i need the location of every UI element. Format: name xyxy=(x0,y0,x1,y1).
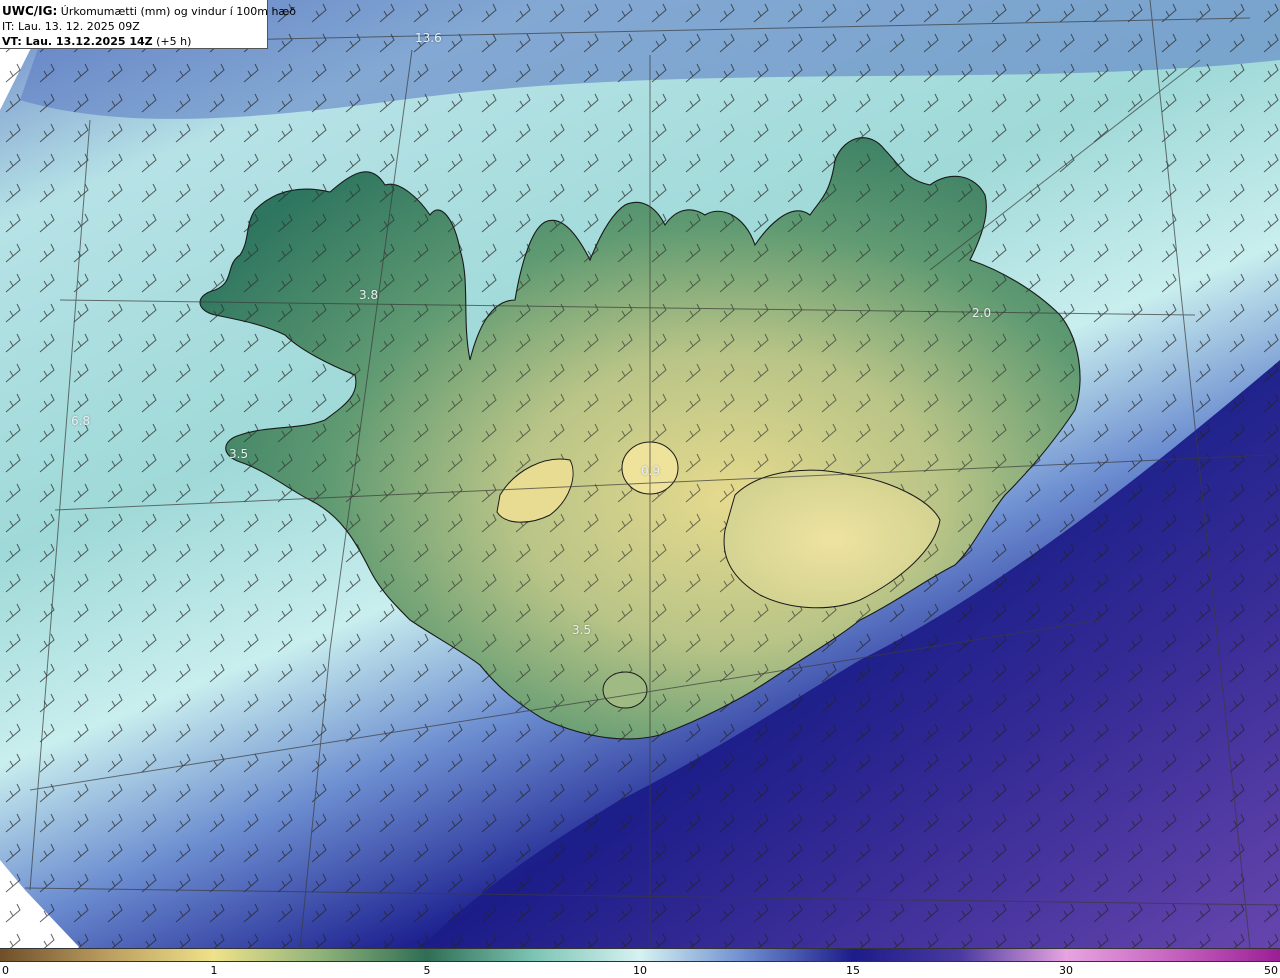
lead-time: (+5 h) xyxy=(156,35,192,48)
colorbar-labels: 0 1 5 10 15 30 50 xyxy=(0,962,1280,978)
myrdalsjokull-glacier xyxy=(602,671,648,709)
precipitation-wind-map xyxy=(0,0,1280,948)
map-value-label: 3.5 xyxy=(229,447,249,461)
colorbar-tick-label: 5 xyxy=(423,964,431,977)
map-value-label: 0.9 xyxy=(641,464,661,478)
map-value-label: 2.0 xyxy=(972,306,992,320)
title-row: UWC/IG: Úrkomumætti (mm) og vindur í 100… xyxy=(2,4,296,19)
valid-time: VT: Lau. 13.12.2025 14Z xyxy=(2,35,153,48)
valid-time-row: VT: Lau. 13.12.2025 14Z (+5 h) xyxy=(2,34,267,49)
colorbar-tick-label: 50 xyxy=(1264,964,1278,977)
init-time: IT: Lau. 13. 12. 2025 09Z xyxy=(2,20,140,33)
info-box: UWC/IG: Úrkomumætti (mm) og vindur í 100… xyxy=(0,0,296,49)
model-label: UWC/IG: xyxy=(2,4,58,18)
colorbar-tick-label: 0 xyxy=(2,964,9,977)
map-value-label: 3.8 xyxy=(359,288,379,302)
colorbar-tick-label: 30 xyxy=(1059,964,1073,977)
colorbar xyxy=(0,948,1280,962)
map-value-label: 6.8 xyxy=(71,414,91,428)
map-value-label: 13.6 xyxy=(415,31,442,45)
colorbar-tick-label: 1 xyxy=(210,964,218,977)
map-title: Úrkomumætti (mm) og vindur í 100m hæð xyxy=(60,5,296,18)
colorbar-tick-label: 15 xyxy=(846,964,860,977)
colorbar-tick-label: 10 xyxy=(633,964,647,977)
map-value-label: 3.5 xyxy=(572,623,592,637)
